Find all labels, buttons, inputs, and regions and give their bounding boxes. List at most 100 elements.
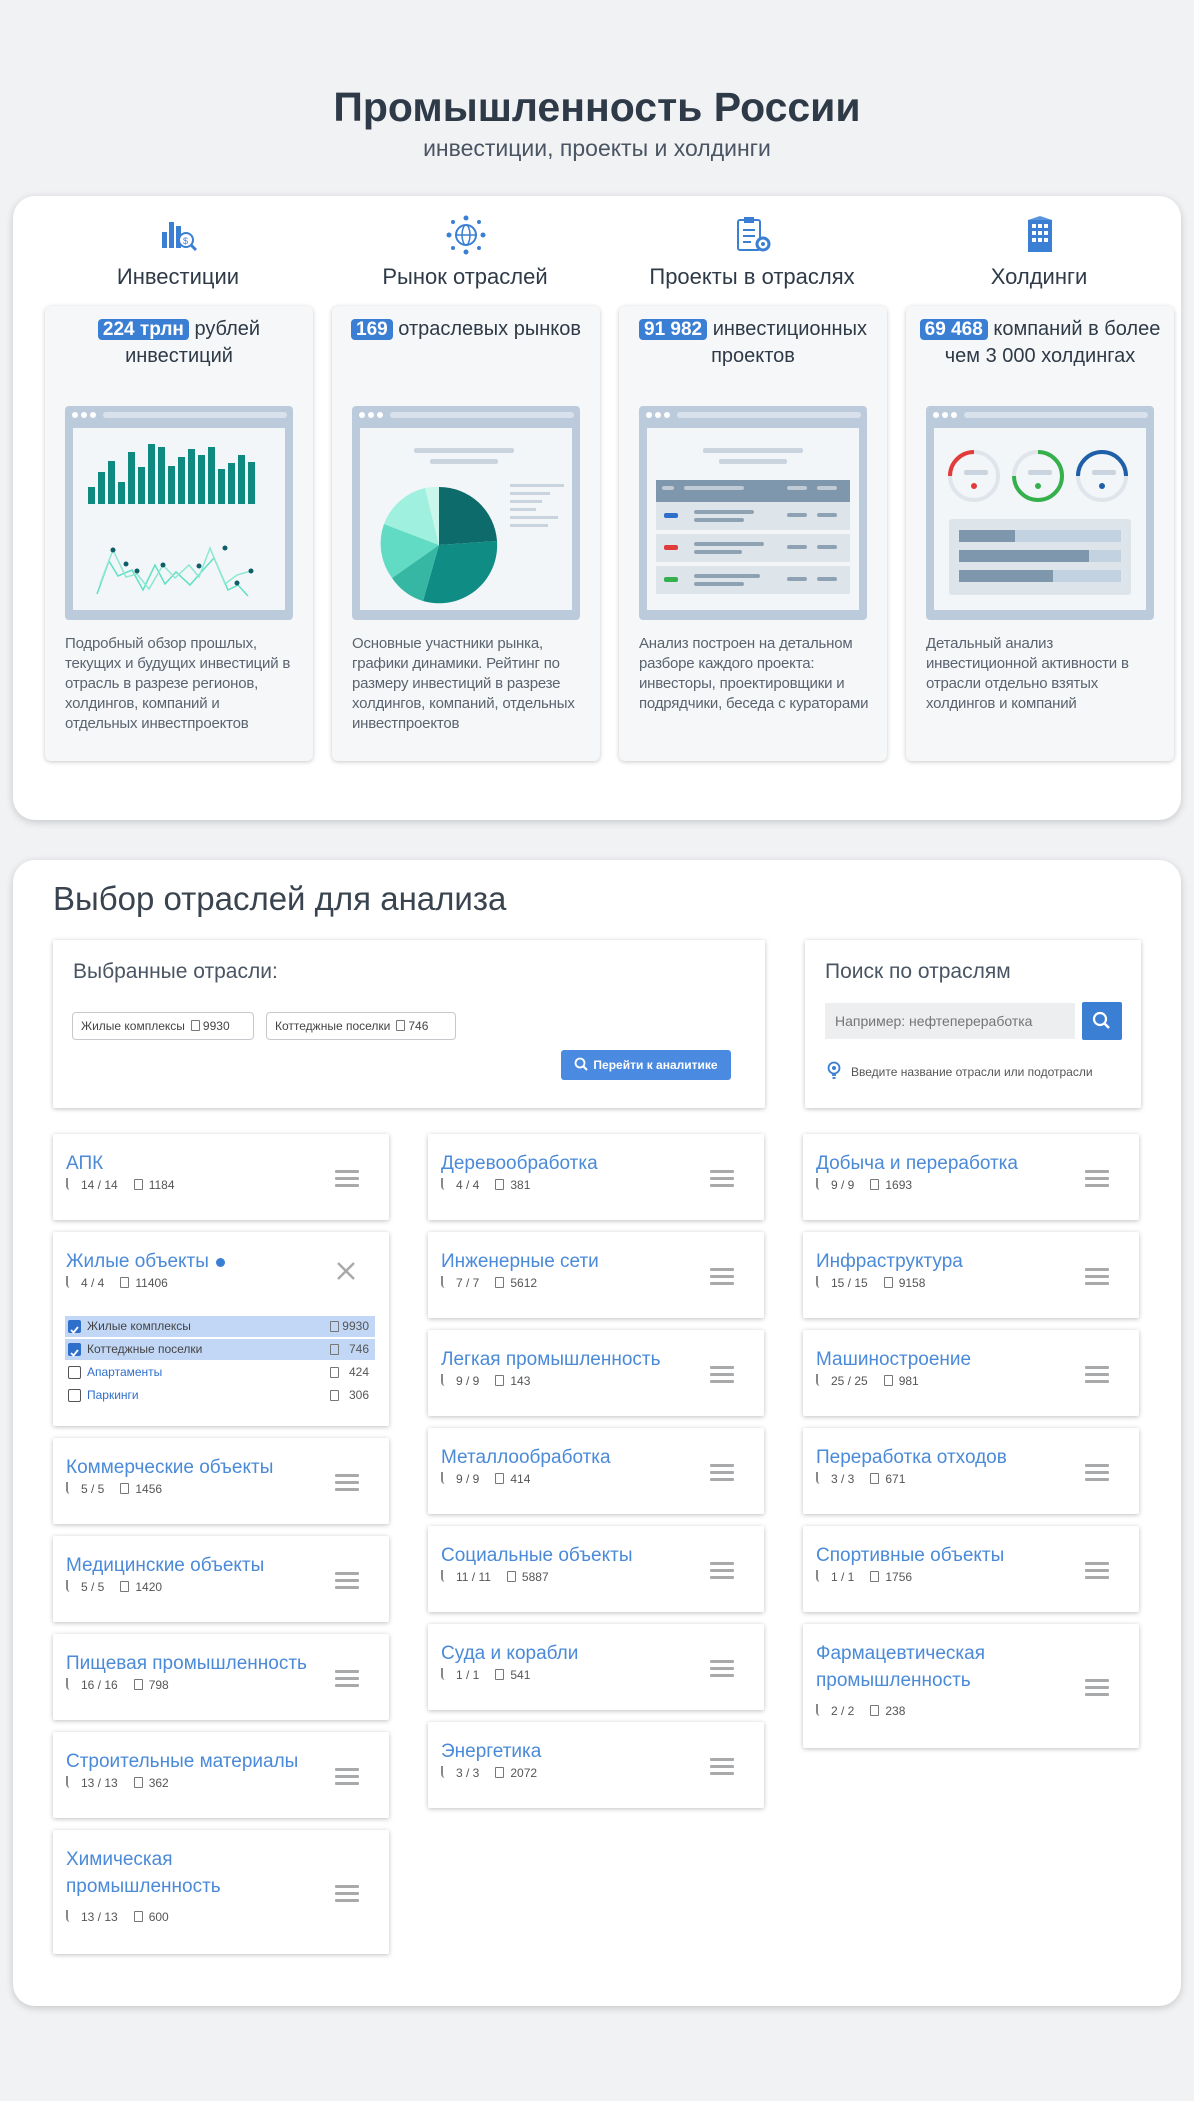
checkbox[interactable] bbox=[68, 1343, 81, 1357]
industry-card[interactable]: Инфраструктура 15 / 15 9158 bbox=[803, 1232, 1139, 1318]
industry-name[interactable]: АПК bbox=[66, 1150, 316, 1177]
menu-icon[interactable] bbox=[710, 1170, 734, 1188]
document-icon bbox=[330, 1344, 339, 1355]
document-icon bbox=[120, 1483, 130, 1494]
menu-icon[interactable] bbox=[1085, 1562, 1109, 1580]
menu-icon[interactable] bbox=[710, 1464, 734, 1482]
checkbox[interactable] bbox=[68, 1389, 81, 1402]
industry-name[interactable]: Деревообработка bbox=[441, 1150, 691, 1177]
industry-name[interactable]: Легкая промышленность bbox=[441, 1346, 691, 1373]
menu-icon[interactable] bbox=[710, 1366, 734, 1384]
industry-card[interactable]: Медицинские объекты 5 / 5 1420 bbox=[53, 1536, 389, 1622]
document-icon bbox=[506, 1571, 516, 1582]
industry-meta: 7 / 7 5612 bbox=[441, 1276, 537, 1290]
feature-title: Инвестиции bbox=[116, 264, 240, 289]
branch-icon bbox=[816, 1178, 825, 1190]
subindustry-row[interactable]: Апартаменты 424 bbox=[65, 1362, 375, 1383]
selected-chip[interactable]: Коттеджные поселки 746 bbox=[266, 1012, 456, 1040]
industry-card[interactable]: Коммерческие объекты 5 / 5 1456 bbox=[53, 1438, 389, 1524]
industry-name[interactable]: Инфраструктура bbox=[816, 1248, 1066, 1275]
industry-card[interactable]: Машиностроение 25 / 25 981 bbox=[803, 1330, 1139, 1416]
industry-card[interactable]: Химическая промышленность 13 / 13 600 bbox=[53, 1830, 389, 1954]
branch-icon bbox=[66, 1276, 75, 1288]
selected-chip[interactable]: Жилые комплексы 9930 bbox=[72, 1012, 254, 1040]
industry-card[interactable]: Социальные объекты 11 / 11 5887 bbox=[428, 1526, 764, 1612]
industry-card[interactable]: Металлообработка 9 / 9 414 bbox=[428, 1428, 764, 1514]
subindustry-label[interactable]: Коттеджные поселки bbox=[87, 1339, 202, 1360]
industry-name[interactable]: Фармацевтическая промышленность bbox=[816, 1640, 1066, 1694]
industry-name[interactable]: Суда и корабли bbox=[441, 1640, 691, 1667]
menu-icon[interactable] bbox=[710, 1660, 734, 1678]
industry-meta: 25 / 25 981 bbox=[816, 1374, 919, 1388]
document-icon bbox=[133, 1679, 143, 1690]
subindustry-label[interactable]: Паркинги bbox=[87, 1385, 139, 1406]
subindustry-row[interactable]: Жилые комплексы 9930 bbox=[65, 1316, 375, 1337]
industry-name[interactable]: Переработка отходов bbox=[816, 1444, 1066, 1471]
industry-search-input[interactable] bbox=[825, 1003, 1075, 1039]
search-hint: Введите название отрасли или подотрасли bbox=[851, 1065, 1093, 1079]
menu-icon[interactable] bbox=[335, 1572, 359, 1590]
industry-name[interactable]: Машиностроение bbox=[816, 1346, 1066, 1373]
industry-name[interactable]: Коммерческие объекты bbox=[66, 1454, 316, 1481]
menu-icon[interactable] bbox=[1085, 1679, 1109, 1697]
industry-card[interactable]: Легкая промышленность 9 / 9 143 bbox=[428, 1330, 764, 1416]
industry-card[interactable]: Добыча и переработка 9 / 9 1693 bbox=[803, 1134, 1139, 1220]
document-icon bbox=[495, 1767, 505, 1778]
checkbox[interactable] bbox=[68, 1320, 81, 1334]
industry-name[interactable]: Пищевая промышленность bbox=[66, 1650, 316, 1677]
industry-name[interactable]: Металлообработка bbox=[441, 1444, 691, 1471]
menu-icon[interactable] bbox=[335, 1768, 359, 1786]
subindustry-label[interactable]: Апартаменты bbox=[87, 1362, 162, 1383]
industry-card[interactable]: Жилые объекты 4 / 4 11406 Жилые комплексы … bbox=[53, 1232, 389, 1426]
industry-meta: 4 / 4 381 bbox=[441, 1178, 530, 1192]
industry-card[interactable]: Пищевая промышленность 16 / 16 798 bbox=[53, 1634, 389, 1720]
industry-name[interactable]: Инженерные сети bbox=[441, 1248, 691, 1275]
menu-icon[interactable] bbox=[335, 1170, 359, 1188]
subindustry-row[interactable]: Коттеджные поселки 746 bbox=[65, 1339, 375, 1360]
close-icon[interactable] bbox=[335, 1260, 357, 1282]
industry-name[interactable]: Медицинские объекты bbox=[66, 1552, 316, 1579]
industry-card[interactable]: Строительные материалы 13 / 13 362 bbox=[53, 1732, 389, 1818]
industry-card[interactable]: Спортивные объекты 1 / 1 1756 bbox=[803, 1526, 1139, 1612]
document-icon bbox=[330, 1390, 339, 1401]
menu-icon[interactable] bbox=[1085, 1170, 1109, 1188]
document-icon bbox=[870, 1473, 880, 1484]
checkbox[interactable] bbox=[68, 1366, 81, 1379]
industry-name[interactable]: Химическая промышленность bbox=[66, 1846, 316, 1900]
go-to-analytics-button[interactable]: Перейти к аналитике bbox=[561, 1050, 731, 1080]
menu-icon[interactable] bbox=[335, 1885, 359, 1903]
industry-name[interactable]: Добыча и переработка bbox=[816, 1150, 1066, 1177]
search-button[interactable] bbox=[1082, 1002, 1122, 1040]
industry-card[interactable]: АПК 14 / 14 1184 bbox=[53, 1134, 389, 1220]
branch-icon bbox=[441, 1178, 450, 1190]
branch-icon bbox=[66, 1580, 75, 1592]
subindustry-label[interactable]: Жилые комплексы bbox=[87, 1316, 191, 1337]
industry-name[interactable]: Энергетика bbox=[441, 1738, 691, 1765]
subindustry-row[interactable]: Паркинги 306 bbox=[65, 1385, 375, 1406]
menu-icon[interactable] bbox=[1085, 1366, 1109, 1384]
menu-icon[interactable] bbox=[1085, 1464, 1109, 1482]
industry-name[interactable]: Строительные материалы bbox=[66, 1748, 316, 1775]
industry-name[interactable]: Спортивные объекты bbox=[816, 1542, 1066, 1569]
industry-card[interactable]: Фармацевтическая промышленность 2 / 2 238 bbox=[803, 1624, 1139, 1748]
branch-icon bbox=[66, 1776, 75, 1788]
investments-mock-chart bbox=[65, 406, 293, 620]
industry-card[interactable]: Суда и корабли 1 / 1 541 bbox=[428, 1624, 764, 1710]
menu-icon[interactable] bbox=[335, 1474, 359, 1492]
document-icon bbox=[495, 1473, 505, 1484]
industry-card[interactable]: Переработка отходов 3 / 3 671 bbox=[803, 1428, 1139, 1514]
menu-icon[interactable] bbox=[710, 1758, 734, 1776]
menu-icon[interactable] bbox=[710, 1562, 734, 1580]
industry-meta: 14 / 14 1184 bbox=[66, 1178, 175, 1192]
menu-icon[interactable] bbox=[335, 1670, 359, 1688]
industry-card[interactable]: Энергетика 3 / 3 2072 bbox=[428, 1722, 764, 1808]
industry-card[interactable]: Инженерные сети 7 / 7 5612 bbox=[428, 1232, 764, 1318]
industry-name[interactable]: Социальные объекты bbox=[441, 1542, 691, 1569]
lightbulb-icon bbox=[827, 1061, 841, 1079]
search-icon bbox=[1092, 1011, 1110, 1029]
menu-icon[interactable] bbox=[710, 1268, 734, 1286]
industry-name[interactable]: Жилые объекты bbox=[66, 1248, 316, 1275]
industry-meta: 13 / 13 362 bbox=[66, 1776, 169, 1790]
industry-card[interactable]: Деревообработка 4 / 4 381 bbox=[428, 1134, 764, 1220]
menu-icon[interactable] bbox=[1085, 1268, 1109, 1286]
